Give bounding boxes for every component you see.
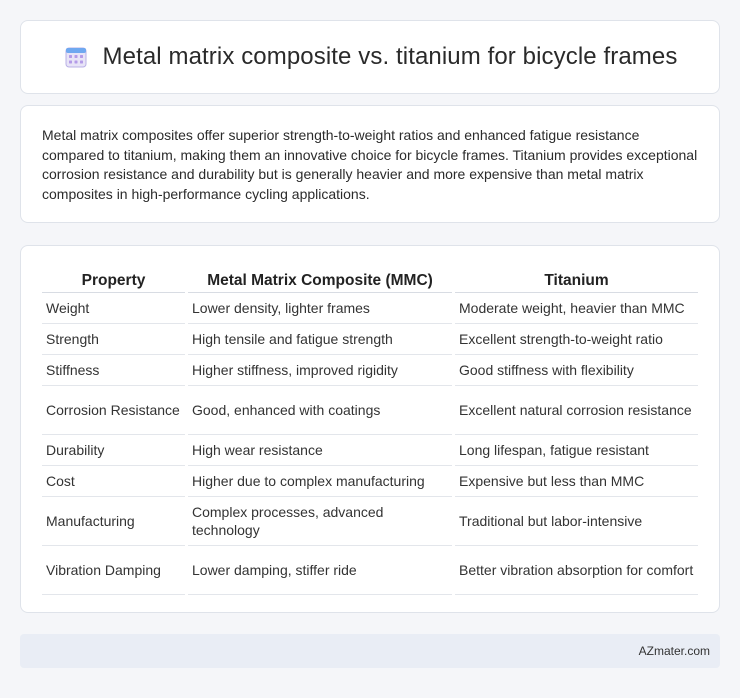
mmc-cell: Good, enhanced with coatings	[188, 386, 452, 435]
property-cell: Corrosion Resistance	[42, 386, 185, 435]
page-title: Metal matrix composite vs. titanium for …	[102, 43, 678, 70]
property-cell: Strength	[42, 324, 185, 355]
property-cell: Weight	[42, 293, 185, 324]
mmc-cell: Lower density, lighter frames	[188, 293, 452, 324]
mmc-cell: Higher due to complex manufacturing	[188, 466, 452, 497]
title-card: Metal matrix composite vs. titanium for …	[20, 20, 720, 94]
table-row: Strength High tensile and fatigue streng…	[42, 324, 698, 355]
table-row: Weight Lower density, lighter frames Mod…	[42, 293, 698, 324]
titanium-cell: Traditional but labor-intensive	[455, 497, 698, 546]
titanium-cell: Expensive but less than MMC	[455, 466, 698, 497]
property-cell: Cost	[42, 466, 185, 497]
mmc-cell: High wear resistance	[188, 435, 452, 466]
mmc-cell: Higher stiffness, improved rigidity	[188, 355, 452, 386]
table-row: Manufacturing Complex processes, advance…	[42, 497, 698, 546]
property-cell: Stiffness	[42, 355, 185, 386]
comparison-table: Property Metal Matrix Composite (MMC) Ti…	[39, 266, 701, 595]
titanium-cell: Better vibration absorption for comfort	[455, 546, 698, 595]
titanium-cell: Excellent natural corrosion resistance	[455, 386, 698, 435]
property-cell: Vibration Damping	[42, 546, 185, 595]
titanium-cell: Good stiffness with flexibility	[455, 355, 698, 386]
property-cell: Manufacturing	[42, 497, 185, 546]
column-header-property: Property	[42, 266, 185, 293]
property-cell: Durability	[42, 435, 185, 466]
column-header-mmc: Metal Matrix Composite (MMC)	[188, 266, 452, 293]
titanium-cell: Excellent strength-to-weight ratio	[455, 324, 698, 355]
table-row: Durability High wear resistance Long lif…	[42, 435, 698, 466]
footer-bar: AZmater.com	[20, 634, 720, 668]
comparison-table-card: Property Metal Matrix Composite (MMC) Ti…	[20, 245, 720, 613]
title-wrap: Metal matrix composite vs. titanium for …	[63, 43, 678, 71]
table-row: Corrosion Resistance Good, enhanced with…	[42, 386, 698, 435]
footer-brand: AZmater.com	[638, 644, 710, 658]
titanium-cell: Moderate weight, heavier than MMC	[455, 293, 698, 324]
calendar-icon	[65, 47, 87, 68]
titanium-cell: Long lifespan, fatigue resistant	[455, 435, 698, 466]
table-row: Stiffness Higher stiffness, improved rig…	[42, 355, 698, 386]
mmc-cell: Complex processes, advanced technology	[188, 497, 452, 546]
mmc-cell: High tensile and fatigue strength	[188, 324, 452, 355]
summary-card: Metal matrix composites offer superior s…	[20, 105, 720, 223]
table-header-row: Property Metal Matrix Composite (MMC) Ti…	[42, 266, 698, 293]
summary-text: Metal matrix composites offer superior s…	[42, 127, 698, 202]
mmc-cell: Lower damping, stiffer ride	[188, 546, 452, 595]
column-header-titanium: Titanium	[455, 266, 698, 293]
table-row: Vibration Damping Lower damping, stiffer…	[42, 546, 698, 595]
table-row: Cost Higher due to complex manufacturing…	[42, 466, 698, 497]
